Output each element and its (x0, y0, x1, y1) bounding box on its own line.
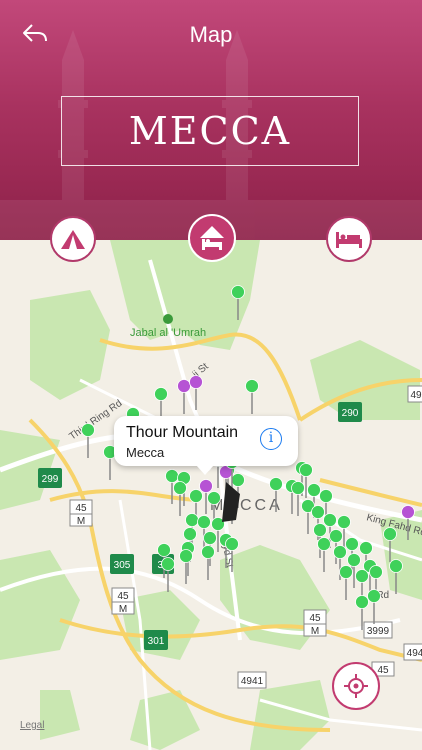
map-pin[interactable] (179, 549, 193, 585)
callout-title: Thour Mountain (126, 424, 239, 441)
map-pin[interactable] (301, 499, 315, 535)
route-shield: 45 (111, 587, 135, 603)
city-name: MECCA (128, 109, 292, 153)
route-shield: 305 (110, 554, 134, 574)
svg-text:3999: 3999 (367, 626, 390, 637)
map-pin[interactable] (291, 481, 305, 517)
svg-text:301: 301 (148, 636, 165, 647)
route-shield: M (69, 513, 93, 527)
park-marker-icon (163, 314, 173, 324)
route-shield: 301 (144, 630, 168, 650)
bed-icon (336, 232, 362, 248)
category-hotel-button[interactable] (188, 214, 236, 262)
map-pin[interactable] (339, 565, 353, 601)
map-label-city: MECCA (210, 497, 283, 514)
city-name-box: MECCA (61, 96, 359, 166)
route-shield: 3999 (363, 621, 393, 639)
header-banner: Map MECCA (0, 0, 422, 240)
callout-subtitle: Mecca (126, 445, 165, 460)
route-shield: M (303, 623, 327, 637)
route-shield: 299 (38, 468, 62, 488)
route-shield: M (111, 601, 135, 615)
hotel-tent-icon (200, 226, 224, 250)
category-bed-button[interactable] (326, 216, 372, 262)
svg-text:494: 494 (407, 648, 422, 659)
svg-text:M: M (119, 604, 127, 615)
route-shield: 290 (338, 402, 362, 422)
svg-text:290: 290 (342, 408, 359, 419)
route-shield: 49 (407, 385, 422, 403)
route-shield: 4941 (237, 671, 267, 689)
map-pin[interactable] (245, 379, 259, 415)
map-pin[interactable] (367, 589, 381, 625)
legal-link[interactable]: Legal (20, 720, 44, 731)
svg-text:45: 45 (309, 613, 321, 624)
route-shield: 45 (69, 499, 93, 515)
map-label-jabal: Jabal al 'Umrah (130, 327, 206, 339)
svg-text:M: M (77, 516, 85, 527)
map-pin[interactable] (201, 545, 215, 581)
svg-text:4941: 4941 (241, 676, 264, 687)
category-tent-button[interactable] (50, 216, 96, 262)
tent-icon (61, 230, 85, 249)
route-shield: 45 (303, 609, 327, 625)
crosshair-icon (344, 674, 368, 698)
svg-text:45: 45 (117, 591, 129, 602)
svg-text:45: 45 (75, 503, 87, 514)
svg-text:45: 45 (377, 665, 389, 676)
info-button[interactable]: i (260, 428, 282, 450)
svg-text:M: M (311, 626, 319, 637)
svg-text:305: 305 (114, 560, 131, 571)
route-shield: 494 (403, 643, 422, 661)
page-title: Map (189, 22, 233, 47)
svg-text:299: 299 (42, 474, 59, 485)
locate-me-button[interactable] (332, 662, 380, 710)
svg-text:49: 49 (410, 390, 422, 401)
